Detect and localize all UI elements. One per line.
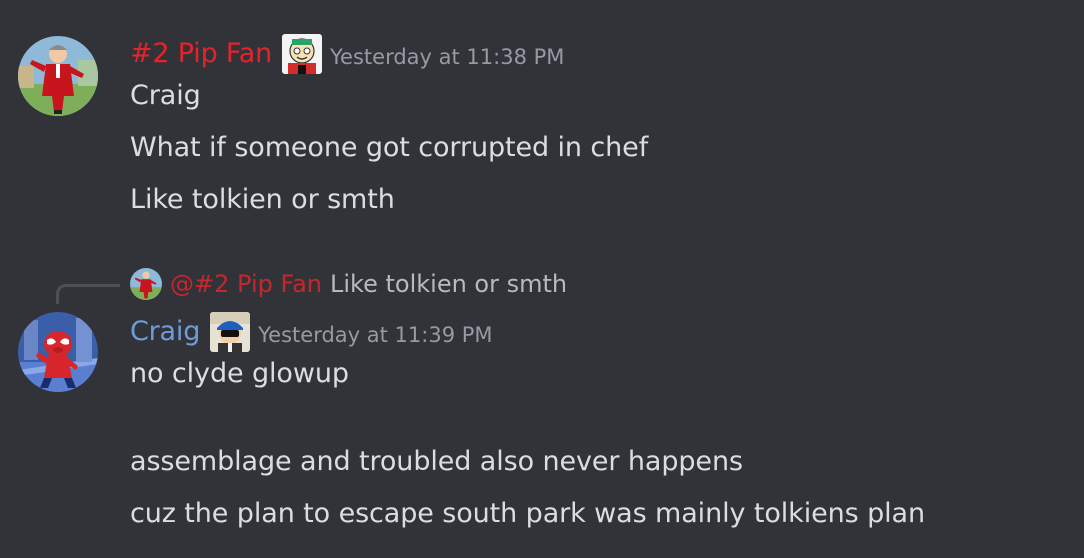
username-2-pip-fan[interactable]: #2 Pip Fan [130,38,272,70]
timestamp[interactable]: Yesterday at 11:38 PM [330,45,564,69]
message-text-line: assemblage and troubled also never happe… [130,446,743,477]
message-header-2-pip-fan: #2 Pip Fan Yesterday at 11:38 PM [130,34,564,74]
message-text-line: no clyde glowup [130,358,349,389]
reply-connector-line [56,284,120,304]
message-text-line: What if someone got corrupted in chef [130,132,649,163]
message-header-craig: Craig Yesterday at 11:39 PM [130,312,493,352]
message-text-line: Craig [130,80,201,111]
spider-ham-avatar [18,312,98,392]
cartoon-character-badge-icon [282,34,323,74]
man-in-red-suit-avatar [18,36,98,116]
man-in-red-suit-avatar [130,268,162,300]
avatar-craig[interactable] [18,312,98,392]
reply-preview[interactable]: @#2 Pip Fan Like tolkien or smth [130,267,567,301]
username-craig[interactable]: Craig [130,316,200,348]
message-text-line: cuz the plan to escape south park was ma… [130,498,925,529]
timestamp[interactable]: Yesterday at 11:39 PM [258,323,492,347]
blue-hat-character-badge-icon [210,312,251,352]
message-text-line: Like tolkien or smth [130,184,395,215]
avatar-2-pip-fan[interactable] [18,36,98,116]
reply-mention[interactable]: @#2 Pip Fan [170,270,322,298]
chat-messages: #2 Pip Fan Yesterday at 11:38 PM Craig W… [0,0,1084,558]
reply-content[interactable]: Like tolkien or smth [330,270,567,298]
